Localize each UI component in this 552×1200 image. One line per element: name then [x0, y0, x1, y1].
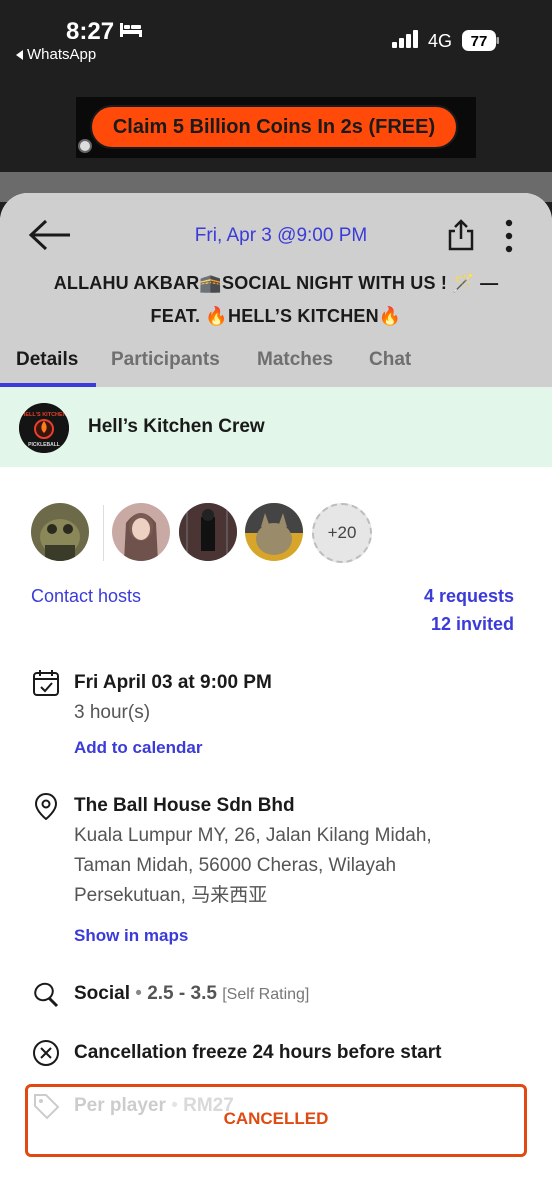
- crew-logo: HELL'S KITCHEN PICKLEBALL: [19, 403, 69, 453]
- contact-hosts-link[interactable]: Contact hosts: [31, 586, 141, 607]
- cancellation-policy: Cancellation freeze 24 hours before star…: [74, 1042, 442, 1063]
- participant-avatar[interactable]: [179, 503, 237, 561]
- crew-name: Hell’s Kitchen Crew: [88, 416, 265, 437]
- event-date: Fri, Apr 3 @9:00 PM: [194, 225, 368, 246]
- event-sheet: Fri, Apr 3 @9:00 PM ALLAHU AKBAR🕋SOCIAL …: [0, 193, 552, 1200]
- ad-logo-icon: [78, 139, 92, 153]
- back-arrow-icon[interactable]: [28, 219, 72, 251]
- network-type: 4G: [428, 31, 453, 51]
- ad-area: Claim 5 Billion Coins In 2s (FREE): [0, 70, 552, 172]
- tab-details[interactable]: Details: [16, 349, 78, 371]
- event-title-line-1: ALLAHU AKBAR🕋SOCIAL NIGHT WITH US ! 🪄 —: [53, 273, 499, 293]
- x-circle-icon: [33, 1040, 59, 1066]
- status-bar: 8:27 WhatsApp 4G 77: [0, 0, 552, 70]
- ad-banner[interactable]: Claim 5 Billion Coins In 2s (FREE): [76, 97, 476, 158]
- svg-text:HELL'S KITCHEN: HELL'S KITCHEN: [21, 412, 66, 418]
- calendar-check-icon: [33, 670, 59, 696]
- event-title: ALLAHU AKBAR🕋SOCIAL NIGHT WITH US ! 🪄 — …: [30, 267, 522, 333]
- venue-name: The Ball House Sdn Bhd: [74, 795, 295, 816]
- cancelled-status-box: CANCELLED: [25, 1084, 527, 1157]
- participant-avatar[interactable]: [112, 503, 170, 561]
- venue-address-line-2: Taman Midah, 56000 Cheras, Wilayah: [74, 855, 397, 876]
- tab-bar: Details Participants Matches Chat: [0, 343, 552, 387]
- tab-participants[interactable]: Participants: [111, 349, 220, 371]
- cellular-signal-icon: [392, 30, 418, 48]
- paddle-icon: [34, 982, 59, 1008]
- status-time: 8:27: [66, 18, 115, 45]
- add-to-calendar-link[interactable]: Add to calendar: [74, 738, 202, 758]
- requests-link[interactable]: 4 requests: [424, 586, 514, 607]
- sleep-focus-icon: [120, 23, 142, 37]
- game-type: Social: [74, 983, 130, 1004]
- game-info: Social • 2.5 - 3.5 [Self Rating]: [74, 983, 309, 1005]
- game-rating: 2.5 - 3.5: [147, 983, 217, 1004]
- ad-cta-button[interactable]: Claim 5 Billion Coins In 2s (FREE): [90, 105, 458, 149]
- invited-link[interactable]: 12 invited: [431, 614, 514, 635]
- more-participants-count[interactable]: +20: [312, 503, 372, 563]
- event-datetime: Fri April 03 at 9:00 PM: [74, 672, 272, 693]
- back-app-label: WhatsApp: [27, 46, 97, 63]
- event-title-line-2: FEAT. 🔥HELL’S KITCHEN🔥: [150, 306, 402, 326]
- participants-avatars[interactable]: +20: [0, 503, 552, 563]
- venue-address-line-3: Persekutuan, 马来西亚: [74, 885, 268, 906]
- participant-avatar[interactable]: [245, 503, 303, 561]
- svg-text:77: 77: [471, 33, 488, 50]
- cancelled-label: CANCELLED: [223, 1109, 329, 1128]
- show-in-maps-link[interactable]: Show in maps: [74, 926, 188, 946]
- venue-address-line-1: Kuala Lumpur MY, 26, Jalan Kilang Midah,: [74, 825, 432, 846]
- sheet-header: Fri, Apr 3 @9:00 PM ALLAHU AKBAR🕋SOCIAL …: [0, 193, 552, 387]
- back-triangle-icon: [16, 49, 23, 60]
- back-to-app-link[interactable]: WhatsApp: [16, 46, 96, 63]
- map-pin-icon: [34, 792, 58, 820]
- more-options-icon[interactable]: [500, 219, 518, 253]
- game-rating-tag: [Self Rating]: [222, 986, 310, 1003]
- host-avatar[interactable]: [31, 503, 89, 561]
- svg-text:PICKLEBALL: PICKLEBALL: [28, 442, 60, 448]
- tab-chat[interactable]: Chat: [369, 349, 411, 371]
- tab-matches[interactable]: Matches: [257, 349, 333, 371]
- avatar-divider: [103, 505, 104, 561]
- battery-icon: 77: [462, 30, 499, 51]
- event-duration: 3 hour(s): [74, 702, 151, 723]
- share-icon[interactable]: [448, 219, 474, 251]
- game-separator: •: [135, 983, 142, 1004]
- crew-logo-image: HELL'S KITCHEN PICKLEBALL: [19, 403, 69, 453]
- crew-row[interactable]: HELL'S KITCHEN PICKLEBALL Hell’s Kitchen…: [0, 387, 552, 467]
